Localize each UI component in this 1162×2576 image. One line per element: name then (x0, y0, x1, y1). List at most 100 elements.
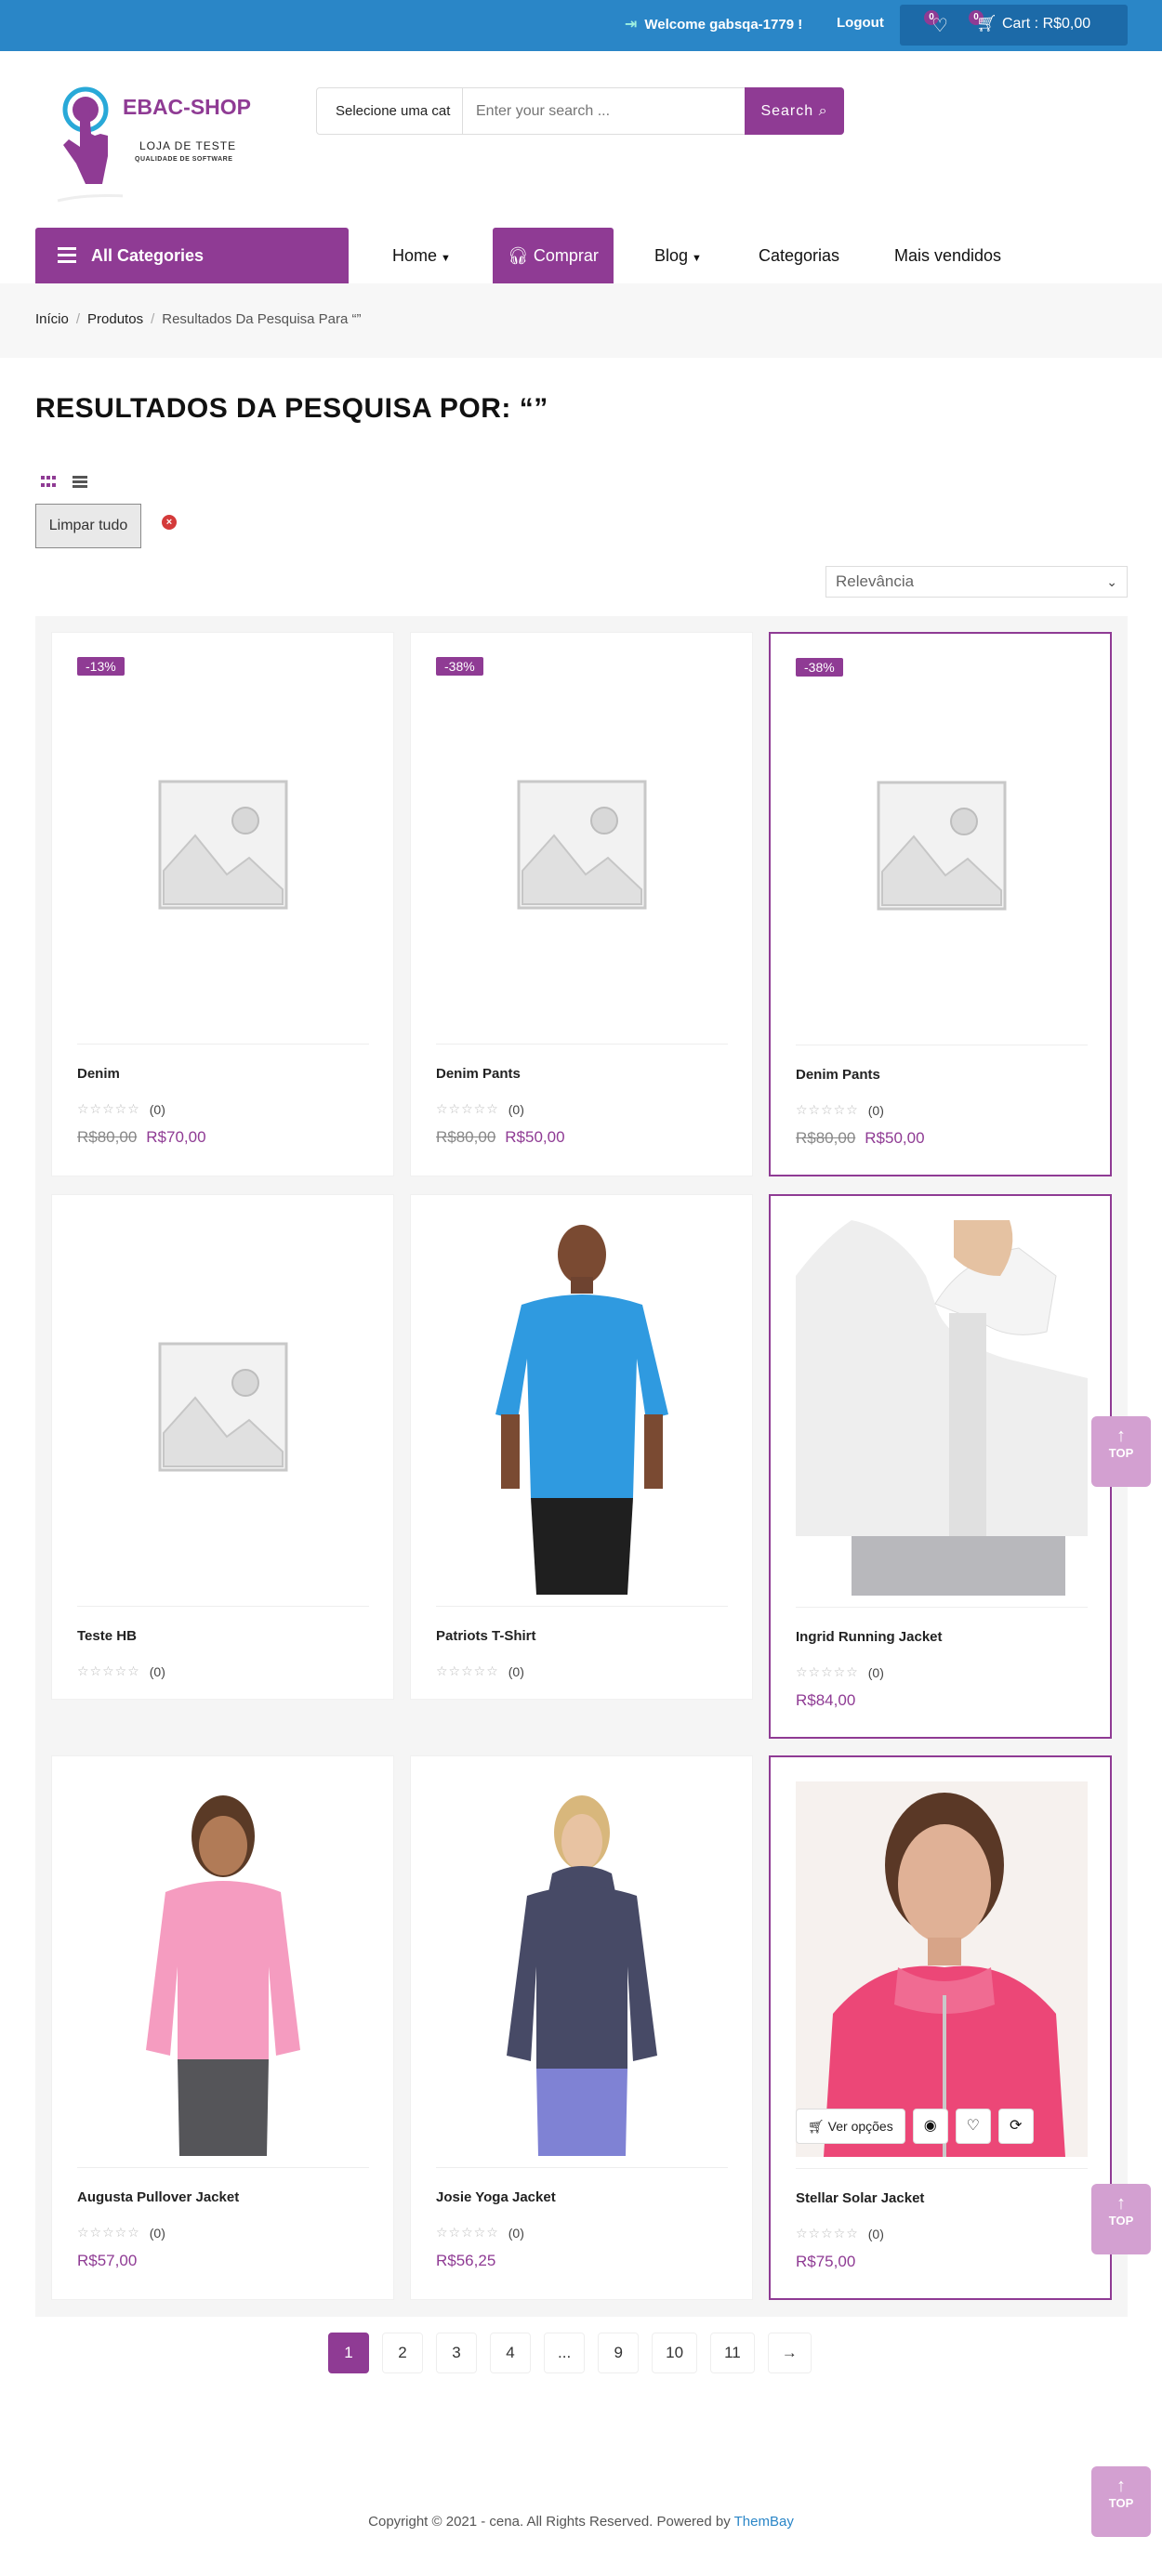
nav-item-mais-vendidos[interactable]: Mais vendidos (894, 228, 1001, 283)
product-image-placeholder[interactable] (77, 1219, 369, 1595)
heart-icon: ♡ (966, 2118, 980, 2134)
nav-home-label: Home (392, 246, 438, 265)
logout-link[interactable]: Logout (837, 15, 884, 31)
product-image-placeholder[interactable] (796, 658, 1088, 1033)
product-name[interactable]: Augusta Pullover Jacket (77, 2189, 239, 2205)
product-name[interactable]: Josie Yoga Jacket (436, 2189, 556, 2205)
product-image-pullover[interactable] (77, 1781, 369, 2156)
nav-item-categorias[interactable]: Categorias (759, 228, 839, 283)
grid-view-icon[interactable] (41, 476, 56, 489)
page-4[interactable]: 4 (490, 2333, 531, 2373)
back-to-top-label: TOP (1108, 1446, 1134, 1460)
arrow-up-icon: ↑ (1116, 2193, 1126, 2214)
nav-item-blog[interactable]: Blog ▼ (654, 228, 702, 283)
top-bar: ⇥ Welcome gabsqa-1779 ! Logout 0 ♡ 0 🛒︎ … (0, 0, 1162, 51)
current-price: R$75,00 (796, 2253, 856, 2270)
nav-blog-label: Blog (654, 246, 689, 265)
product-name[interactable]: Denim Pants (436, 1066, 521, 1082)
arrow-up-icon: ↑ (1116, 2476, 1126, 2496)
old-price: R$80,00 (77, 1128, 138, 1146)
page-9[interactable]: 9 (598, 2333, 640, 2373)
main-nav: All Categories Home ▼ 🎧︎ Comprar Blog ▼ Ca… (0, 228, 1162, 283)
breadcrumb-home[interactable]: Início (35, 311, 69, 327)
old-price: R$80,00 (796, 1129, 856, 1147)
list-view-icon[interactable] (73, 476, 87, 489)
wishlist-icon[interactable]: ♡ (931, 14, 948, 37)
thembay-link[interactable]: ThemBay (734, 2514, 794, 2530)
product-image-yoga-jacket[interactable] (436, 1781, 728, 2156)
welcome-message[interactable]: ⇥ Welcome gabsqa-1779 ! (625, 15, 802, 33)
rating-stars: ☆☆☆☆☆ (0) (796, 1664, 884, 1680)
product-image-placeholder[interactable] (77, 657, 369, 1032)
nav-comprar-label: Comprar (533, 246, 599, 265)
headset-icon: 🎧︎ (508, 246, 534, 265)
all-categories-button[interactable]: All Categories (35, 228, 349, 283)
menu-icon (58, 247, 76, 267)
page-ellipsis: ... (544, 2333, 586, 2373)
compare-button[interactable]: ⟳ (997, 2109, 1034, 2144)
page-11[interactable]: 11 (710, 2333, 755, 2373)
view-options-button[interactable]: 🛒︎ Ver opções (796, 2109, 905, 2144)
eye-icon: ◉ (923, 2118, 937, 2134)
product-image-jacket[interactable] (796, 1220, 1088, 1596)
caret-down-icon: ▼ (441, 253, 451, 264)
product-card[interactable]: Patriots T-Shirt ☆☆☆☆☆ (0) (410, 1194, 753, 1700)
rating-stars: ☆☆☆☆☆ (0) (77, 1101, 165, 1117)
refresh-icon: ⟳ (1010, 2118, 1023, 2134)
product-image-placeholder[interactable] (436, 657, 728, 1032)
back-to-top-button[interactable]: ↑ TOP (1091, 1416, 1151, 1487)
breadcrumb-products[interactable]: Produtos (87, 311, 143, 327)
search-input[interactable] (463, 88, 743, 134)
sort-select[interactable]: Relevância ⌄ (825, 566, 1128, 598)
product-name[interactable]: Denim (77, 1066, 120, 1082)
current-price: R$57,00 (77, 2252, 138, 2269)
cart-button[interactable]: 0 ♡ 0 🛒︎ Cart : R$0,00 (900, 5, 1128, 46)
chevron-down-icon: ⌄ (1106, 574, 1117, 589)
page-3[interactable]: 3 (436, 2333, 477, 2373)
product-price: R$80,00 R$50,00 (436, 1128, 565, 1147)
logo-subtitle: LOJA DE TESTE (139, 139, 237, 152)
back-to-top-button[interactable]: ↑ TOP (1091, 2184, 1151, 2254)
product-card[interactable]: Augusta Pullover Jacket ☆☆☆☆☆ (0) R$57,00 (51, 1755, 394, 2300)
next-page-button[interactable]: → (767, 2333, 812, 2373)
product-name[interactable]: Denim Pants (796, 1067, 880, 1083)
nav-item-comprar[interactable]: 🎧︎ Comprar (493, 228, 614, 283)
cart-icon: 🛒︎ (808, 2119, 828, 2134)
product-card[interactable]: Ingrid Running Jacket ☆☆☆☆☆ (0) R$84,00 (769, 1194, 1112, 1739)
product-price: R$84,00 (796, 1691, 855, 1710)
product-name[interactable]: Stellar Solar Jacket (796, 2190, 924, 2206)
back-to-top-label: TOP (1108, 2214, 1134, 2228)
site-logo[interactable]: EBAC-SHOP LOJA DE TESTE QUALIDADE DE SOF… (48, 82, 262, 207)
product-price: R$80,00 R$50,00 (796, 1129, 925, 1148)
page-10[interactable]: 10 (652, 2333, 698, 2373)
remove-filter-icon[interactable]: × (162, 515, 177, 530)
add-to-wishlist-button[interactable]: ♡ (955, 2109, 991, 2144)
product-name[interactable]: Teste HB (77, 1628, 137, 1644)
product-card[interactable]: 🛒︎ Ver opções ◉ ♡ ⟳ Stellar Solar Jacket… (769, 1755, 1112, 2300)
search-button[interactable]: Search ⌕ (745, 87, 844, 135)
product-card[interactable]: -13% Denim ☆☆☆☆☆ (0) R$80,00 R$70,00 (51, 632, 394, 1176)
back-to-top-label: TOP (1108, 2496, 1134, 2510)
view-options-label: Ver opções (827, 2119, 893, 2134)
product-name[interactable]: Patriots T-Shirt (436, 1628, 536, 1644)
product-name[interactable]: Ingrid Running Jacket (796, 1629, 943, 1645)
product-image-solar-jacket[interactable] (796, 1781, 1088, 2157)
category-select[interactable]: Selecione uma cat (317, 88, 463, 134)
rating-count: (0) (867, 1664, 884, 1680)
product-card[interactable]: -38% Denim Pants ☆☆☆☆☆ (0) R$80,00 R$50,00 (410, 632, 753, 1176)
breadcrumb-separator: / (151, 311, 155, 327)
product-image-tshirt[interactable] (436, 1219, 728, 1595)
page-1[interactable]: 1 (328, 2333, 369, 2373)
clear-all-button[interactable]: Limpar tudo (35, 504, 141, 548)
product-card[interactable]: -38% Denim Pants ☆☆☆☆☆ (0) R$80,00 R$50,00 (769, 632, 1112, 1176)
rating-count: (0) (508, 1663, 524, 1679)
nav-item-home[interactable]: Home ▼ (392, 228, 451, 283)
quick-view-button[interactable]: ◉ (912, 2109, 948, 2144)
product-card[interactable]: Josie Yoga Jacket ☆☆☆☆☆ (0) R$56,25 (410, 1755, 753, 2300)
rating-count: (0) (508, 1101, 524, 1117)
product-price: R$57,00 (77, 2252, 137, 2270)
product-price: R$56,25 (436, 2252, 495, 2270)
rating-count: (0) (149, 1663, 165, 1679)
product-card[interactable]: Teste HB ☆☆☆☆☆ (0) (51, 1194, 394, 1700)
page-2[interactable]: 2 (382, 2333, 423, 2373)
